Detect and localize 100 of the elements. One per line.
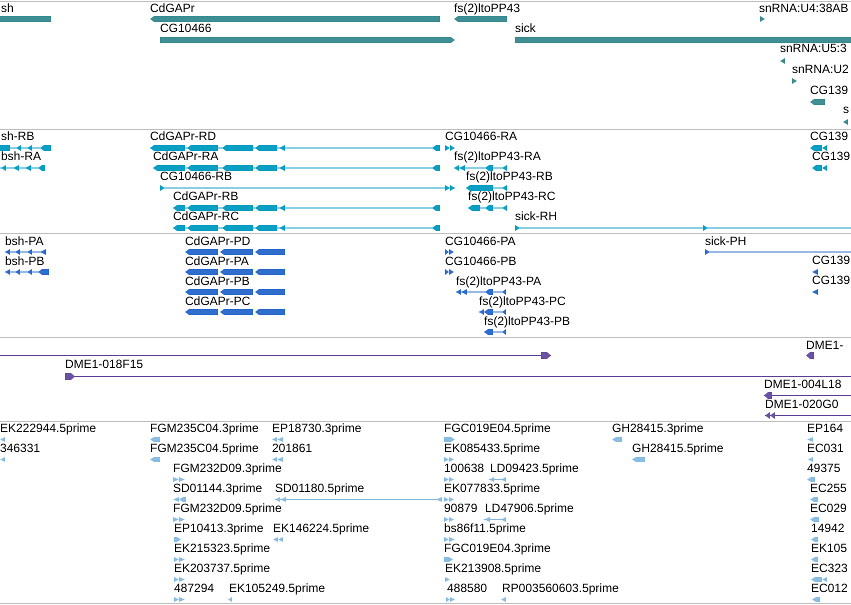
est-feature[interactable] (446, 597, 455, 602)
est-feature[interactable] (150, 437, 160, 442)
transcript-feature[interactable] (173, 205, 440, 211)
clone-feature[interactable] (65, 373, 851, 380)
est-label: SD01144.3prime (173, 482, 262, 495)
est-label: 346331 (0, 442, 40, 455)
est-feature[interactable] (484, 517, 506, 522)
est-feature[interactable] (0, 457, 5, 462)
gene-label: s (843, 103, 849, 116)
transcript-feature[interactable] (150, 145, 440, 151)
protein-label: CdGAPr-PC (185, 295, 250, 308)
gene-feature[interactable] (780, 58, 785, 64)
est-label: FGM235C04.3prime (150, 422, 259, 435)
est-label: RP003560603.5prime (502, 582, 619, 595)
protein-label: sick-PH (705, 235, 746, 248)
transcript-feature[interactable] (515, 225, 851, 231)
gene-feature[interactable] (810, 99, 825, 105)
est-feature[interactable] (174, 577, 185, 582)
protein-label: CG10466-PB (445, 255, 516, 268)
clone-feature[interactable] (806, 352, 814, 359)
est-label: 14942 (811, 522, 844, 535)
est-feature[interactable] (444, 517, 454, 522)
est-feature[interactable] (0, 437, 5, 442)
protein-feature[interactable] (479, 309, 506, 315)
protein-feature[interactable] (185, 269, 285, 275)
transcript-feature[interactable] (810, 145, 827, 151)
protein-feature[interactable] (812, 269, 818, 275)
protein-feature[interactable] (445, 249, 454, 255)
protein-feature[interactable] (185, 309, 285, 315)
est-label: EP18730.3prime (272, 422, 362, 435)
est-label: EK215323.5prime (174, 542, 270, 555)
est-feature[interactable] (228, 597, 232, 602)
est-feature[interactable] (445, 577, 450, 582)
transcript-feature[interactable] (466, 185, 507, 191)
transcript-feature[interactable] (173, 225, 440, 231)
est-feature[interactable] (275, 497, 442, 502)
est-label: 487294 (174, 582, 214, 595)
clone-feature[interactable] (765, 412, 851, 419)
transcript-label: fs(2)ltoPP43-RA (454, 150, 541, 163)
est-feature[interactable] (150, 457, 160, 462)
gene-feature[interactable] (454, 16, 507, 22)
clone-feature[interactable] (764, 392, 851, 399)
gene-label: sick (515, 22, 536, 35)
est-feature[interactable] (174, 537, 181, 542)
transcript-feature[interactable] (468, 205, 507, 211)
est-label: EC012 (811, 582, 848, 595)
protein-feature[interactable] (185, 249, 285, 255)
protein-feature[interactable] (812, 289, 818, 295)
protein-feature[interactable] (5, 249, 46, 255)
est-feature[interactable] (612, 437, 622, 442)
est-feature[interactable] (444, 477, 454, 482)
est-feature[interactable] (501, 597, 506, 602)
gene-label: snRNA:U4:38AB (759, 2, 848, 15)
transcript-feature[interactable] (0, 165, 45, 171)
transcript-feature[interactable] (812, 165, 827, 171)
protein-feature[interactable] (5, 269, 49, 275)
est-feature[interactable] (444, 437, 455, 442)
gene-label: sh (1, 2, 14, 15)
est-feature[interactable] (174, 597, 185, 602)
clone-feature[interactable] (0, 352, 551, 359)
gene-feature[interactable] (792, 78, 797, 84)
est-feature[interactable] (444, 537, 455, 542)
est-feature[interactable] (444, 557, 453, 562)
gene-feature[interactable] (760, 16, 765, 22)
transcript-feature[interactable] (445, 145, 455, 151)
protein-feature[interactable] (705, 249, 851, 255)
est-feature[interactable] (272, 437, 283, 442)
transcript-feature[interactable] (160, 185, 455, 191)
est-feature[interactable] (444, 497, 454, 502)
est-feature[interactable] (173, 517, 185, 522)
est-feature[interactable] (444, 457, 454, 462)
est-feature[interactable] (173, 497, 186, 502)
est-feature[interactable] (489, 477, 506, 482)
est-feature[interactable] (810, 497, 818, 502)
transcript-label: bsh-RA (1, 150, 42, 163)
est-feature[interactable] (807, 437, 813, 442)
est-feature[interactable] (632, 457, 645, 462)
est-label: FGM235C04.5prime (150, 442, 259, 455)
transcript-feature[interactable] (153, 165, 440, 171)
est-feature[interactable] (811, 577, 827, 582)
transcript-feature[interactable] (0, 145, 51, 151)
est-feature[interactable] (273, 537, 283, 542)
protein-feature[interactable] (445, 269, 454, 275)
gene-feature[interactable] (843, 119, 848, 125)
protein-feature[interactable] (185, 289, 285, 295)
protein-feature[interactable] (484, 329, 506, 335)
est-feature[interactable] (807, 477, 815, 482)
est-feature[interactable] (272, 457, 283, 462)
est-feature[interactable] (808, 457, 813, 462)
protein-feature[interactable] (456, 289, 506, 295)
est-feature[interactable] (810, 517, 819, 522)
est-label: 49375 (807, 462, 840, 475)
est-label: FGC019E04.3prime (444, 542, 551, 555)
protein-label: fs(2)ltoPP43-PC (479, 295, 566, 308)
est-feature[interactable] (811, 557, 818, 562)
transcript-feature[interactable] (454, 165, 507, 171)
est-feature[interactable] (174, 557, 185, 562)
est-feature[interactable] (812, 597, 820, 602)
est-feature[interactable] (173, 477, 185, 482)
est-feature[interactable] (811, 537, 818, 542)
